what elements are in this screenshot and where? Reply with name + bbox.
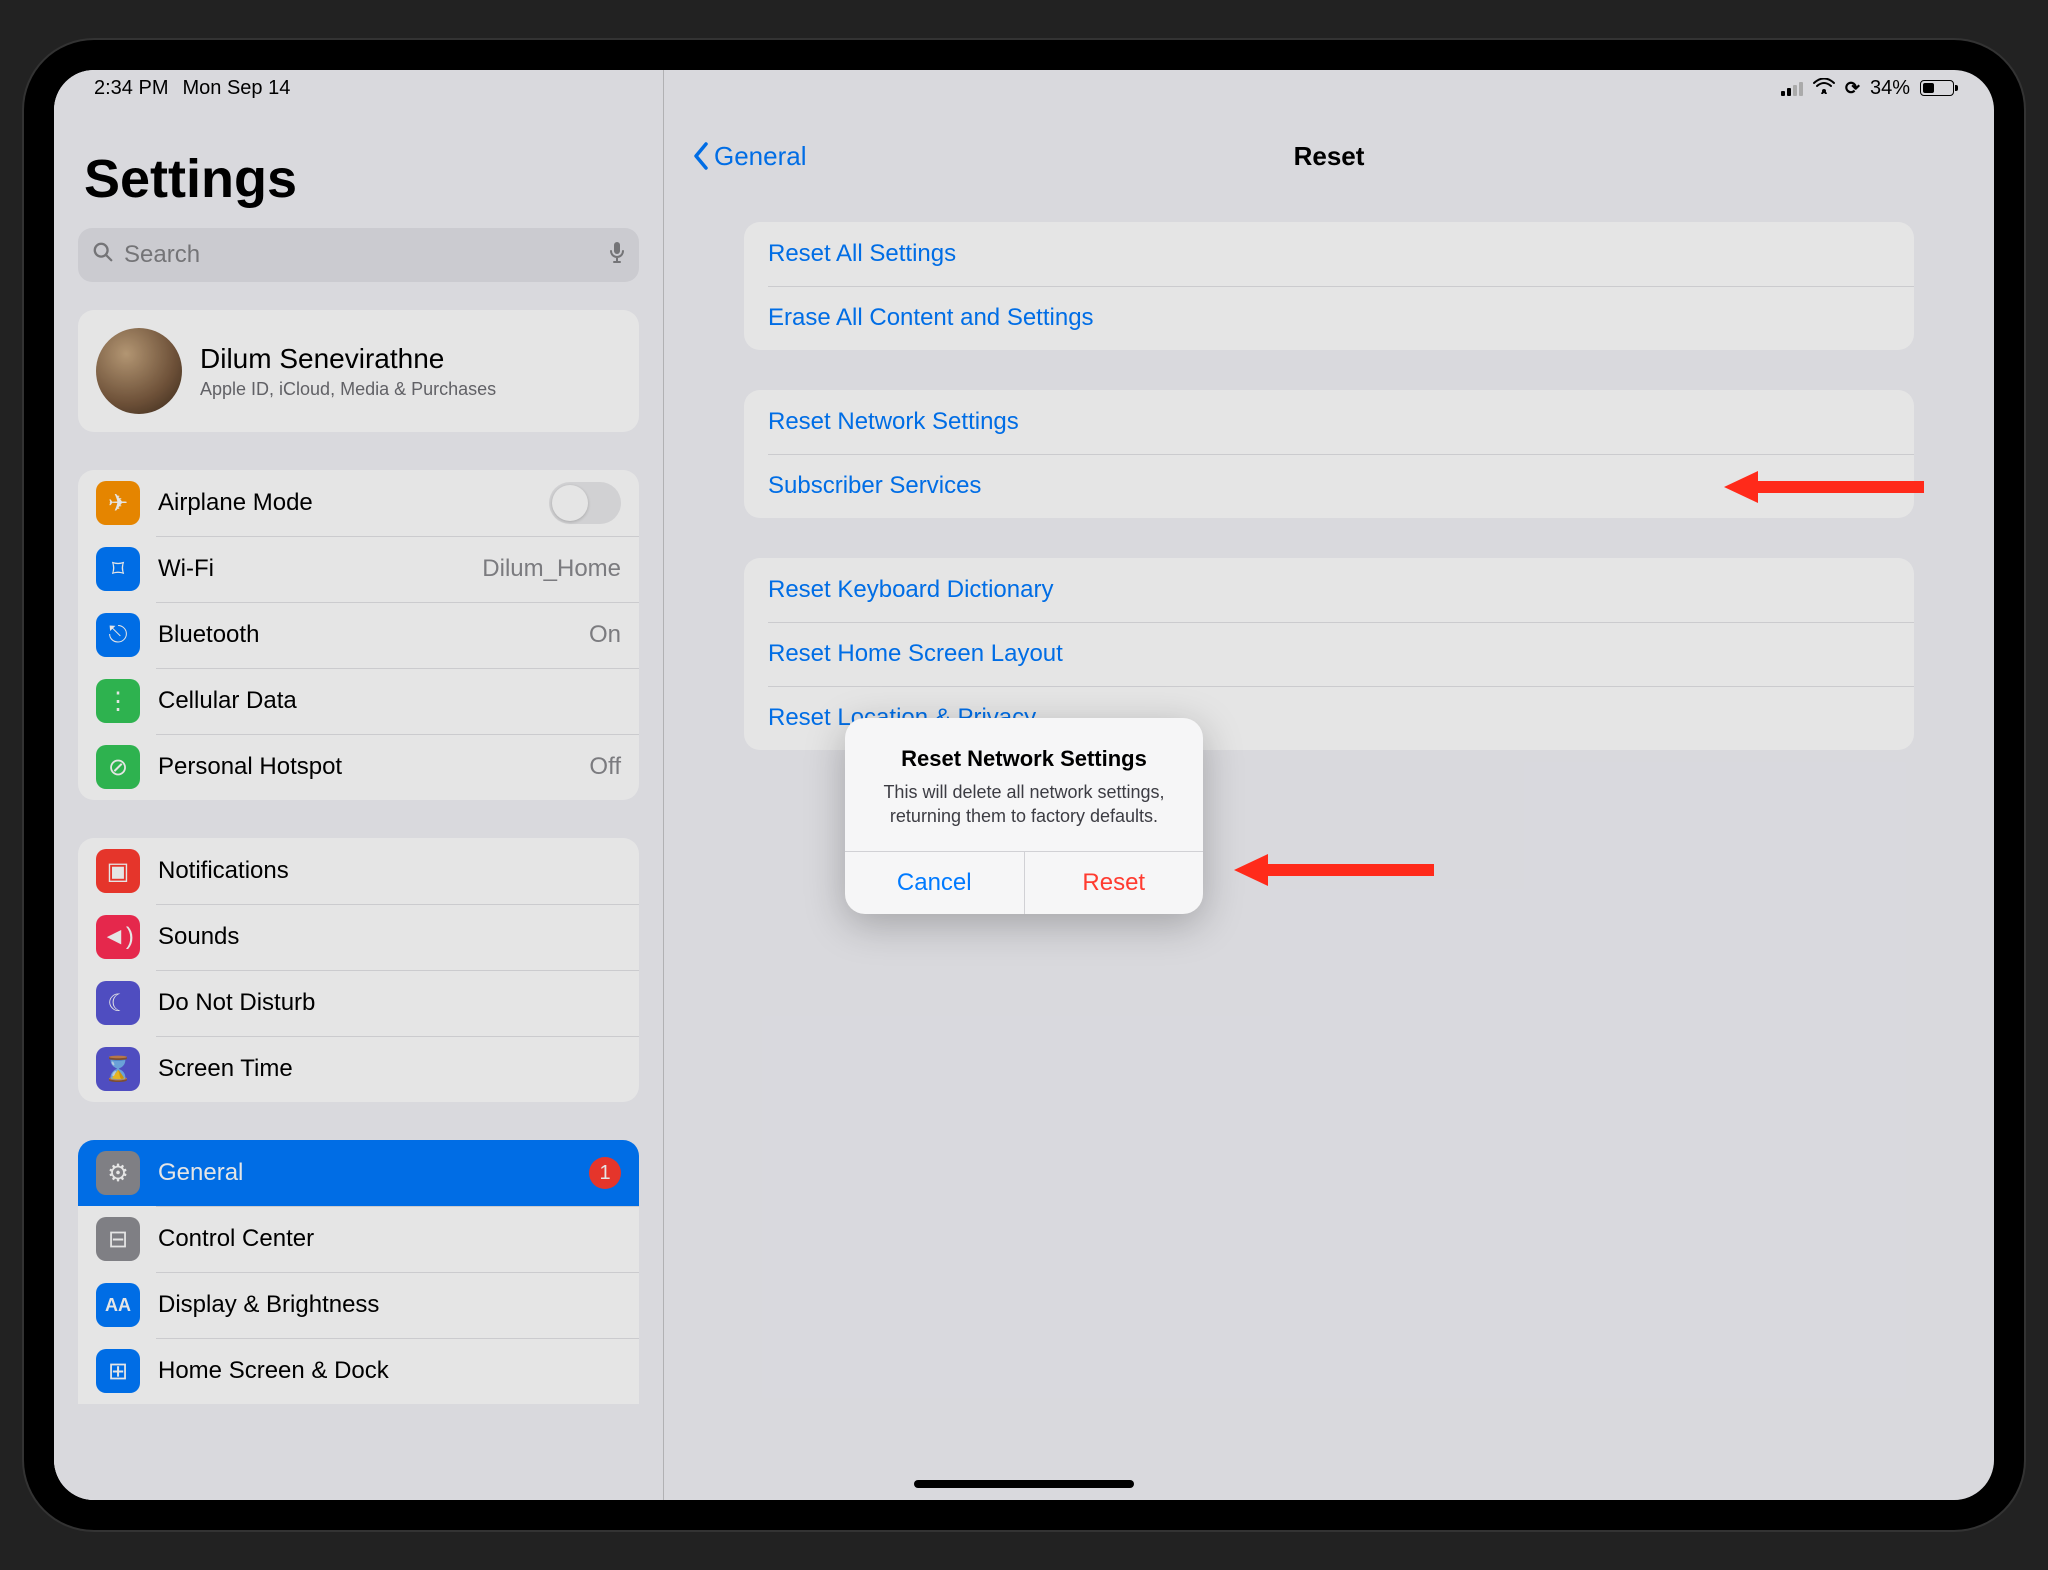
avatar <box>96 328 182 414</box>
bluetooth-icon: ⎋ <box>96 613 140 657</box>
search-field[interactable] <box>78 228 639 282</box>
sidebar-item-airplane-mode[interactable]: ✈ Airplane Mode <box>78 470 639 536</box>
sidebar-item-value: On <box>589 621 621 649</box>
screen: 2:34 PM Mon Sep 14 ⟳ 34% Settings <box>54 70 1994 1500</box>
controlcenter-icon: ⊟ <box>96 1217 140 1261</box>
battery-icon <box>1920 80 1954 96</box>
sidebar-item-label: Screen Time <box>158 1055 621 1083</box>
sidebar-item-label: Airplane Mode <box>158 489 531 517</box>
cell-reset-keyboard-dictionary[interactable]: Reset Keyboard Dictionary <box>744 558 1914 622</box>
wifi-status-icon <box>1813 78 1835 99</box>
sidebar-item-label: Wi-Fi <box>158 555 464 583</box>
settings-group: Reset All SettingsErase All Content and … <box>744 222 1914 350</box>
sidebar-item-value: Off <box>589 753 621 781</box>
settings-sidebar: Settings Dilum Senevirathne <box>54 70 664 1500</box>
app-title: Settings <box>78 126 639 228</box>
sidebar-item-label: Display & Brightness <box>158 1291 621 1319</box>
hotspot-icon: ⊘ <box>96 745 140 789</box>
sidebar-item-control-center[interactable]: ⊟ Control Center <box>78 1206 639 1272</box>
apple-id-card[interactable]: Dilum Senevirathne Apple ID, iCloud, Med… <box>78 310 639 432</box>
wifi-icon: ⌑ <box>96 547 140 591</box>
homescreen-icon: ⊞ <box>96 1349 140 1393</box>
cell-subscriber-services[interactable]: Subscriber Services <box>744 454 1914 518</box>
sidebar-item-notifications[interactable]: ▣ Notifications <box>78 838 639 904</box>
alert-title: Reset Network Settings <box>867 746 1181 772</box>
sidebar-item-label: Sounds <box>158 923 621 951</box>
cell-erase-all-content-and-settings[interactable]: Erase All Content and Settings <box>744 286 1914 350</box>
alert-confirm-button[interactable]: Reset <box>1024 852 1204 914</box>
chevron-left-icon <box>692 142 710 170</box>
cellular-icon: ⋮ <box>96 679 140 723</box>
sidebar-item-bluetooth[interactable]: ⎋ Bluetooth On <box>78 602 639 668</box>
profile-subtitle: Apple ID, iCloud, Media & Purchases <box>200 379 496 400</box>
sidebar-item-general[interactable]: ⚙ General 1 <box>78 1140 639 1206</box>
cellular-signal-icon <box>1781 80 1803 96</box>
sidebar-item-label: Personal Hotspot <box>158 753 571 781</box>
sidebar-item-do-not-disturb[interactable]: ☾ Do Not Disturb <box>78 970 639 1036</box>
cell-reset-home-screen-layout[interactable]: Reset Home Screen Layout <box>744 622 1914 686</box>
status-time: 2:34 PM <box>94 77 168 100</box>
ipad-device-frame: 2:34 PM Mon Sep 14 ⟳ 34% Settings <box>24 40 2024 1530</box>
cell-reset-network-settings[interactable]: Reset Network Settings <box>744 390 1914 454</box>
sidebar-item-personal-hotspot[interactable]: ⊘ Personal Hotspot Off <box>78 734 639 800</box>
sidebar-item-label: Control Center <box>158 1225 621 1253</box>
profile-name: Dilum Senevirathne <box>200 343 496 375</box>
search-icon <box>92 241 114 270</box>
back-label: General <box>714 141 807 172</box>
dnd-icon: ☾ <box>96 981 140 1025</box>
nav-bar: General Reset <box>664 126 1994 186</box>
dictation-icon[interactable] <box>609 241 625 269</box>
sidebar-item-wi-fi[interactable]: ⌑ Wi-Fi Dilum_Home <box>78 536 639 602</box>
sidebar-item-label: General <box>158 1159 571 1187</box>
alert-cancel-button[interactable]: Cancel <box>845 852 1024 914</box>
display-icon: AA <box>96 1283 140 1327</box>
sidebar-item-label: Bluetooth <box>158 621 571 649</box>
sidebar-item-label: Home Screen & Dock <box>158 1357 621 1385</box>
search-input[interactable] <box>124 241 599 269</box>
sidebar-item-display-brightness[interactable]: AA Display & Brightness <box>78 1272 639 1338</box>
sidebar-item-screen-time[interactable]: ⌛ Screen Time <box>78 1036 639 1102</box>
settings-group: Reset Network SettingsSubscriber Service… <box>744 390 1914 518</box>
sidebar-item-label: Cellular Data <box>158 687 621 715</box>
sidebar-item-label: Do Not Disturb <box>158 989 621 1017</box>
battery-percent: 34% <box>1870 77 1910 100</box>
airplane-icon: ✈ <box>96 481 140 525</box>
sidebar-item-sounds[interactable]: ◄) Sounds <box>78 904 639 970</box>
toggle-switch[interactable] <box>549 482 621 524</box>
alert-message: This will delete all network settings, r… <box>867 780 1181 829</box>
screentime-icon: ⌛ <box>96 1047 140 1091</box>
page-title: Reset <box>664 141 1994 172</box>
status-bar: 2:34 PM Mon Sep 14 ⟳ 34% <box>54 70 1994 106</box>
back-button[interactable]: General <box>692 141 807 172</box>
sounds-icon: ◄) <box>96 915 140 959</box>
general-icon: ⚙ <box>96 1151 140 1195</box>
sidebar-item-label: Notifications <box>158 857 621 885</box>
cell-reset-all-settings[interactable]: Reset All Settings <box>744 222 1914 286</box>
sidebar-item-value: Dilum_Home <box>482 555 621 583</box>
home-indicator[interactable] <box>914 1480 1134 1488</box>
badge: 1 <box>589 1157 621 1189</box>
orientation-lock-icon: ⟳ <box>1845 78 1860 99</box>
sidebar-item-cellular-data[interactable]: ⋮ Cellular Data <box>78 668 639 734</box>
alert-reset-network: Reset Network Settings This will delete … <box>845 718 1203 914</box>
status-date: Mon Sep 14 <box>182 77 290 100</box>
notifications-icon: ▣ <box>96 849 140 893</box>
sidebar-item-home-screen-dock[interactable]: ⊞ Home Screen & Dock <box>78 1338 639 1404</box>
